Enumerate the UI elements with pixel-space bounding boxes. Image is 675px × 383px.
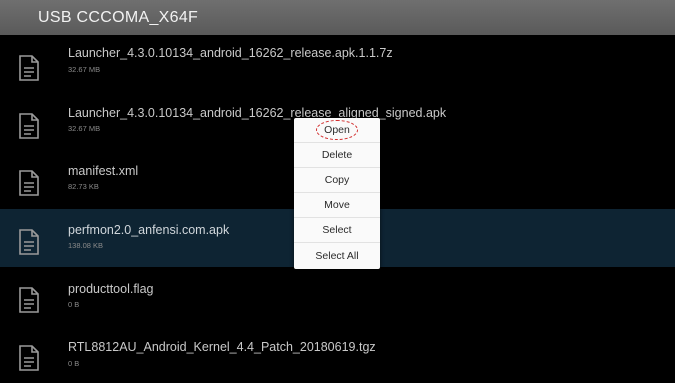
context-menu: Open Delete Copy Move Select Select All [294,118,380,269]
document-icon [18,113,40,139]
menu-item-label: Copy [324,174,350,186]
file-size: 82.73 KB [68,182,99,191]
file-size: 138.08 KB [68,241,104,250]
menu-item-label: Move [324,199,350,211]
title-bar: USB CCCOMA_X64F [0,0,675,35]
file-name: RTL8812AU_Android_Kernel_4.4_Patch_20180… [68,340,376,354]
file-name: Launcher_4.3.0.10134_android_16262_relea… [68,106,447,120]
device-title: USB CCCOMA_X64F [38,9,199,26]
menu-item-select-all[interactable]: Select All [294,243,380,268]
menu-item-open[interactable]: Open [294,118,380,143]
menu-item-label: Open [316,120,358,140]
file-row[interactable]: RTL8812AU_Android_Kernel_4.4_Patch_20180… [0,325,675,383]
document-icon [18,55,40,81]
file-size: 0 B [68,300,80,309]
menu-item-label: Delete [321,149,353,161]
file-size: 0 B [68,359,80,368]
document-icon [18,170,40,196]
menu-item-delete[interactable]: Delete [294,143,380,168]
file-name: Launcher_4.3.0.10134_android_16262_relea… [68,46,393,60]
menu-item-label: Select [322,224,352,236]
document-icon [18,229,40,255]
file-size: 32.67 MB [68,65,101,74]
menu-item-move[interactable]: Move [294,193,380,218]
menu-item-select[interactable]: Select [294,218,380,243]
file-name: manifest.xml [68,164,139,178]
file-name: producttool.flag [68,282,154,296]
file-name: perfmon2.0_anfensi.com.apk [68,223,230,237]
menu-item-label: Select All [315,249,359,262]
document-icon [18,287,40,313]
menu-item-copy[interactable]: Copy [294,168,380,193]
document-icon [18,345,40,371]
file-row[interactable]: Launcher_4.3.0.10134_android_16262_relea… [0,35,675,93]
file-row[interactable]: producttool.flag 0 B [0,267,675,325]
file-size: 32.67 MB [68,124,101,133]
